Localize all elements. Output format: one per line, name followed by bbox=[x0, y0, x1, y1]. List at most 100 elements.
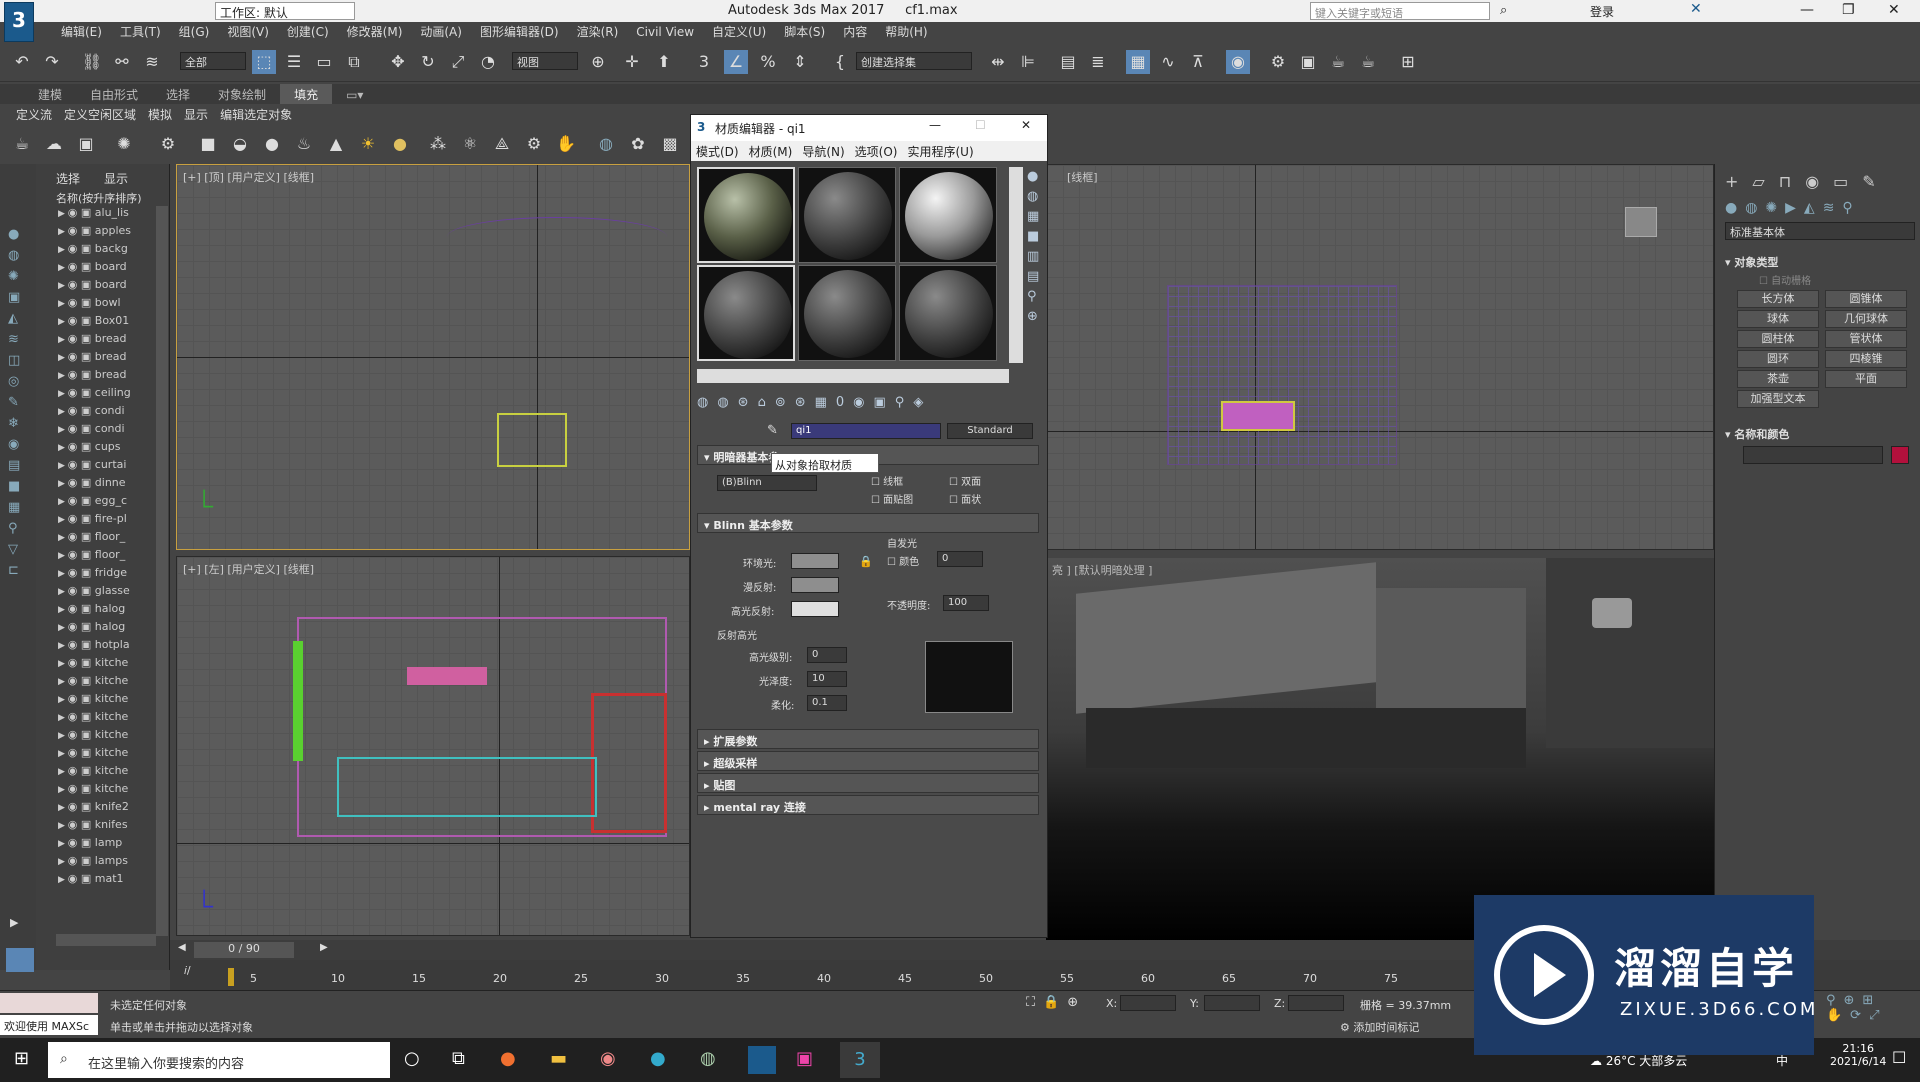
sphere-icon[interactable]: ● bbox=[260, 132, 284, 156]
notepad-icon[interactable] bbox=[748, 1046, 776, 1074]
name-color-rollout[interactable]: ▾ 名称和颜色 bbox=[1725, 426, 1789, 442]
menu-animation[interactable]: 动画(A) bbox=[411, 22, 471, 42]
box-button[interactable]: 长方体 bbox=[1737, 290, 1819, 308]
menu-help[interactable]: 帮助(H) bbox=[876, 22, 936, 42]
list-item[interactable]: ▶ ◉ ▣ condi bbox=[36, 422, 166, 440]
visibility-icon[interactable]: ◉ ▣ bbox=[68, 332, 95, 345]
list-item[interactable]: ▶ ◉ ▣ knife2 bbox=[36, 800, 166, 818]
molecule-icon[interactable]: ⚛ bbox=[458, 132, 482, 156]
opacity-spinner[interactable]: 100 bbox=[943, 595, 989, 611]
visibility-icon[interactable]: ◉ ▣ bbox=[68, 260, 95, 273]
viewport-layout-icon[interactable]: ⊞ bbox=[1396, 50, 1420, 74]
list-item[interactable]: ▶ ◉ ▣ condi bbox=[36, 404, 166, 422]
close-button[interactable]: ✕ bbox=[1021, 118, 1031, 132]
search-icon[interactable]: ⌕ bbox=[1500, 3, 1507, 18]
visibility-icon[interactable]: ◉ ▣ bbox=[68, 368, 95, 381]
placement-icon[interactable]: ◔ bbox=[476, 50, 500, 74]
expand-arrow-icon[interactable]: ▶ bbox=[58, 353, 68, 363]
select-object-icon[interactable]: ⬚ bbox=[252, 50, 276, 74]
redo-icon[interactable]: ↷ bbox=[40, 50, 64, 74]
list-item[interactable]: ▶ ◉ ▣ glasse bbox=[36, 584, 166, 602]
wire-checkbox[interactable]: ☐ 线框 bbox=[871, 473, 903, 488]
viewport-top[interactable]: [+] [顶] [用户定义] [线框] ┃ ┗━ bbox=[176, 164, 690, 550]
expand-arrow-icon[interactable]: ▶ bbox=[58, 209, 68, 219]
torus-button[interactable]: 圆环 bbox=[1737, 350, 1819, 368]
expand-arrow-icon[interactable]: ▶ bbox=[58, 767, 68, 777]
visibility-icon[interactable]: ◉ ▣ bbox=[68, 224, 95, 237]
geosphere-button[interactable]: 几何球体 bbox=[1825, 310, 1907, 328]
soften-spinner[interactable]: 0.1 bbox=[807, 695, 847, 711]
visibility-icon[interactable]: ◉ ▣ bbox=[68, 872, 95, 885]
scene-explorer-icon[interactable]: ▦ bbox=[1126, 50, 1150, 74]
object-type-rollout[interactable]: ▾ 对象类型 bbox=[1725, 254, 1778, 270]
unlink-icon[interactable]: ⚯ bbox=[110, 50, 134, 74]
menu-customize[interactable]: 自定义(U) bbox=[703, 22, 775, 42]
gear-icon[interactable]: ⚙ bbox=[522, 132, 546, 156]
viewport-perspective[interactable]: 亮 ] [默认明暗处理 ] bbox=[1046, 558, 1714, 943]
visibility-icon[interactable]: ◉ ▣ bbox=[68, 512, 95, 525]
list-item[interactable]: ▶ ◉ ▣ board bbox=[36, 278, 166, 296]
face-map-checkbox[interactable]: ☐ 面贴图 bbox=[871, 491, 913, 506]
expand-arrow-icon[interactable]: ▶ bbox=[58, 875, 68, 885]
visibility-icon[interactable]: ◉ ▣ bbox=[68, 566, 95, 579]
list-item[interactable]: ▶ ◉ ▣ curtai bbox=[36, 458, 166, 476]
create-category-icons[interactable]: ●◍✺▶◭≋⚲ bbox=[1725, 200, 1915, 216]
visibility-icon[interactable]: ◉ ▣ bbox=[68, 836, 95, 849]
expand-arrow-icon[interactable]: ▶ bbox=[58, 587, 68, 597]
ambient-color-swatch[interactable] bbox=[791, 553, 839, 569]
rotate-icon[interactable]: ↻ bbox=[416, 50, 440, 74]
pyramid-button[interactable]: 四棱锥 bbox=[1825, 350, 1907, 368]
window-crossing-icon[interactable]: ⧉ bbox=[342, 50, 366, 74]
list-item[interactable]: ▶ ◉ ▣ kitche bbox=[36, 746, 166, 764]
menu-scripting[interactable]: 脚本(S) bbox=[775, 22, 834, 42]
expand-arrow-icon[interactable]: ▶ bbox=[58, 317, 68, 327]
list-item[interactable]: ▶ ◉ ▣ backg bbox=[36, 242, 166, 260]
windows-start-icon[interactable]: ⊞ bbox=[14, 1048, 29, 1069]
reference-coord-select[interactable]: 视图 bbox=[512, 52, 578, 70]
percent-snap-icon[interactable]: % bbox=[756, 50, 780, 74]
z-coord-field[interactable] bbox=[1288, 995, 1344, 1011]
explorer-filter-icons[interactable]: ● ◍ ✺ ▣ ◭ ≋ ◫ ◎ ✎ ❄ ◉ ▤ ■ ▦ ⚲ ▽ ⊏ bbox=[8, 224, 28, 724]
object-name-input[interactable] bbox=[1743, 446, 1883, 464]
list-item[interactable]: ▶ ◉ ▣ bread bbox=[36, 350, 166, 368]
visibility-icon[interactable]: ◉ ▣ bbox=[68, 674, 95, 687]
material-type-button[interactable]: Standard bbox=[947, 423, 1033, 439]
restore-button[interactable]: ❐ bbox=[1842, 2, 1855, 18]
visibility-icon[interactable]: ◉ ▣ bbox=[68, 296, 95, 309]
sample-slots-scrollbar[interactable] bbox=[1009, 167, 1023, 363]
expand-arrow-icon[interactable]: ▶ bbox=[58, 641, 68, 651]
visibility-icon[interactable]: ◉ ▣ bbox=[68, 638, 95, 651]
specular-color-swatch[interactable] bbox=[791, 601, 839, 617]
visibility-icon[interactable]: ◉ ▣ bbox=[68, 854, 95, 867]
expand-arrow-icon[interactable]: ▶ bbox=[58, 299, 68, 309]
teapot-button[interactable]: 茶壶 bbox=[1737, 370, 1819, 388]
menu-group[interactable]: 组(G) bbox=[170, 22, 219, 42]
subtab-edit-selected[interactable]: 编辑选定对象 bbox=[214, 104, 298, 125]
app-icon[interactable]: ◉ bbox=[600, 1048, 616, 1069]
viewcube-icon[interactable] bbox=[1625, 207, 1657, 237]
menu-graph-editors[interactable]: 图形编辑器(D) bbox=[471, 22, 568, 42]
list-item[interactable]: ▶ ◉ ▣ knifes bbox=[36, 818, 166, 836]
viewport-right-top[interactable]: [线框] bbox=[1046, 164, 1714, 550]
frame-indicator[interactable]: 0 / 90 bbox=[194, 942, 294, 958]
add-time-tag[interactable]: ⚙ 添加时间标记 bbox=[1340, 1019, 1419, 1035]
sample-slot-6[interactable] bbox=[899, 265, 997, 361]
expand-arrow-icon[interactable]: ▶ bbox=[58, 803, 68, 813]
textplus-button[interactable]: 加强型文本 bbox=[1737, 390, 1819, 408]
glossiness-spinner[interactable]: 10 bbox=[807, 671, 847, 687]
visibility-icon[interactable]: ◉ ▣ bbox=[68, 476, 95, 489]
hand-icon[interactable]: ✋ bbox=[554, 132, 578, 156]
visibility-icon[interactable]: ◉ ▣ bbox=[68, 602, 95, 615]
y-coord-field[interactable] bbox=[1204, 995, 1260, 1011]
expand-arrow-icon[interactable]: ▶ bbox=[58, 515, 68, 525]
cone-button[interactable]: 圆锥体 bbox=[1825, 290, 1907, 308]
list-item[interactable]: ▶ ◉ ▣ kitche bbox=[36, 710, 166, 728]
list-item[interactable]: ▶ ◉ ▣ fridge bbox=[36, 566, 166, 584]
expand-arrow-icon[interactable]: ▶ bbox=[58, 605, 68, 615]
list-item[interactable]: ▶ ◉ ▣ cups bbox=[36, 440, 166, 458]
cloud-icon[interactable]: ☁ bbox=[42, 132, 66, 156]
list-item[interactable]: ▶ ◉ ▣ bread bbox=[36, 332, 166, 350]
diffuse-color-swatch[interactable] bbox=[791, 577, 839, 593]
tab-modeling[interactable]: 建模 bbox=[24, 84, 76, 105]
edge-icon[interactable]: ● bbox=[650, 1048, 666, 1069]
